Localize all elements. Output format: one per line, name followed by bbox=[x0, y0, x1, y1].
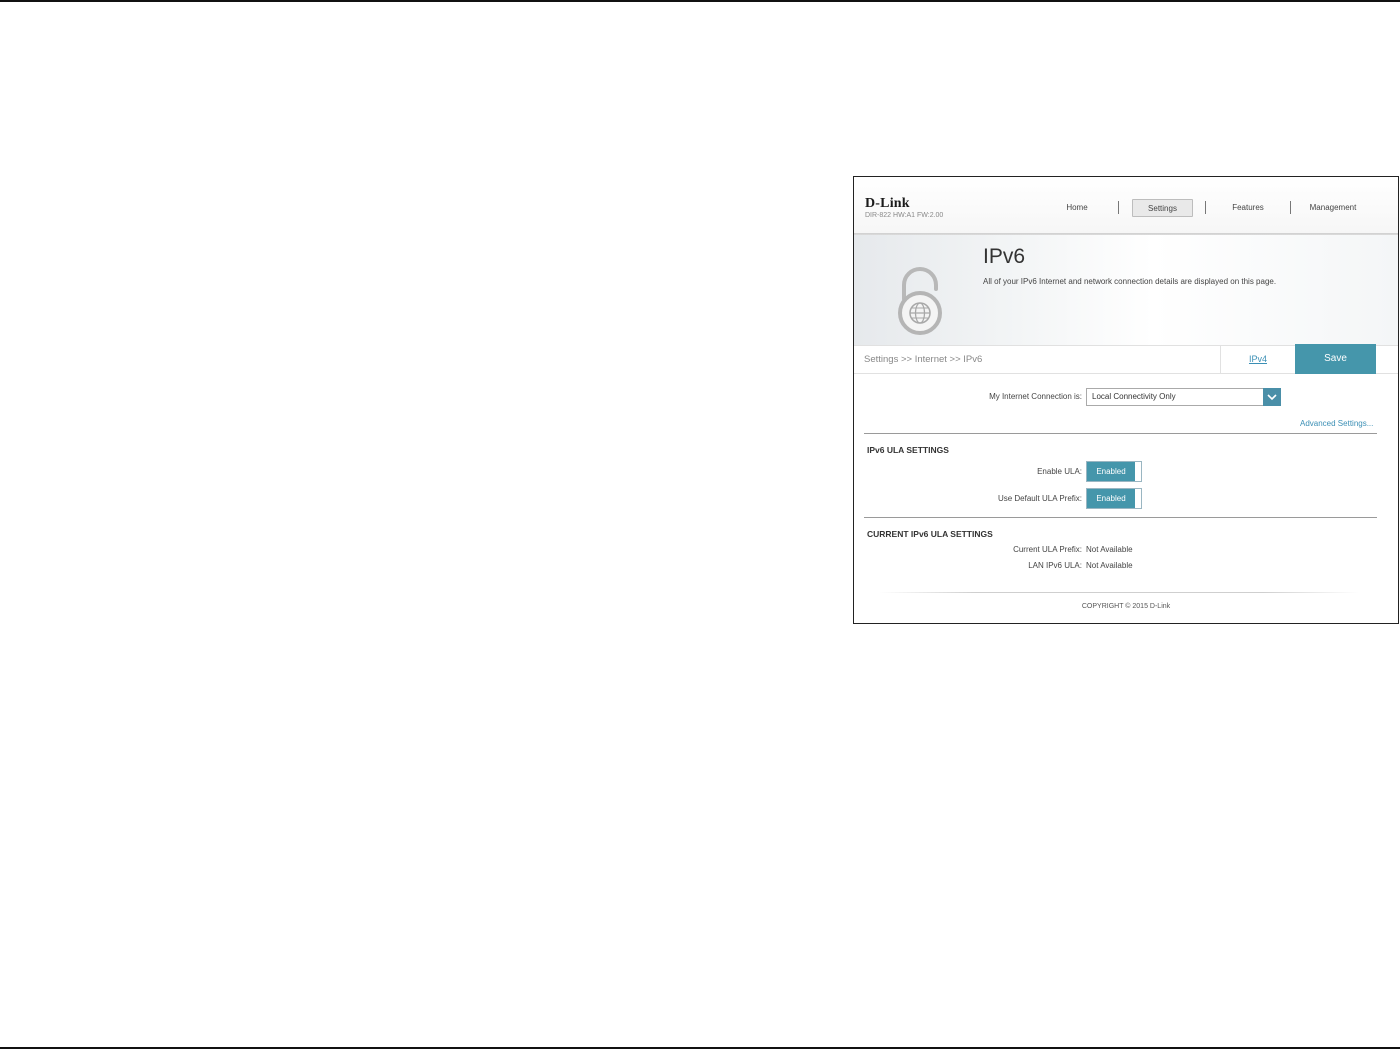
copyright: COPYRIGHT © 2015 D-Link bbox=[1081, 603, 1171, 610]
footer-divider bbox=[879, 592, 1359, 593]
page-top-rule bbox=[0, 0, 1400, 2]
nav-home[interactable]: Home bbox=[1059, 199, 1095, 217]
page-title: IPv6 bbox=[983, 245, 1026, 268]
ula-settings-heading: IPv6 ULA SETTINGS bbox=[867, 445, 949, 455]
tab-ipv4[interactable]: IPv4 bbox=[1220, 345, 1295, 374]
default-ula-prefix-label: Use Default ULA Prefix: bbox=[997, 494, 1082, 503]
nav-features[interactable]: Features bbox=[1226, 199, 1270, 217]
page-description: All of your IPv6 Internet and network co… bbox=[983, 277, 1277, 286]
current-ula-prefix-value: Not Available bbox=[1086, 545, 1133, 554]
enable-ula-label: Enable ULA: bbox=[1037, 467, 1082, 476]
lan-ipv6-ula-value: Not Available bbox=[1086, 561, 1133, 570]
enable-ula-toggle-state: Enabled bbox=[1087, 462, 1135, 481]
advanced-settings-link[interactable]: Advanced Settings... bbox=[1300, 419, 1373, 428]
nav-separator bbox=[1290, 201, 1291, 214]
connection-label: My Internet Connection is: bbox=[989, 392, 1082, 401]
section-divider bbox=[864, 433, 1377, 434]
connection-type-value: Local Connectivity Only bbox=[1092, 392, 1176, 401]
nav-management[interactable]: Management bbox=[1304, 199, 1362, 217]
nav-separator bbox=[1118, 201, 1119, 214]
default-ula-prefix-toggle-state: Enabled bbox=[1087, 489, 1135, 508]
breadcrumb: Settings >> Internet >> IPv6 bbox=[864, 354, 983, 365]
current-ula-heading: CURRENT IPv6 ULA SETTINGS bbox=[867, 529, 993, 539]
nav-separator bbox=[1205, 201, 1206, 214]
dlink-logo: D-Link bbox=[865, 196, 910, 211]
lock-globe-icon bbox=[898, 267, 942, 335]
chevron-down-icon[interactable] bbox=[1263, 388, 1281, 406]
enable-ula-toggle[interactable]: Enabled bbox=[1086, 461, 1142, 482]
router-admin-window: D-Link DIR-822 HW:A1 FW:2.00 Home Settin… bbox=[853, 176, 1399, 624]
nav-settings[interactable]: Settings bbox=[1132, 199, 1193, 217]
current-ula-prefix-label: Current ULA Prefix: bbox=[1013, 545, 1082, 554]
page-bottom-rule bbox=[0, 1047, 1400, 1049]
connection-type-select[interactable]: Local Connectivity Only bbox=[1086, 388, 1281, 406]
section-divider bbox=[864, 517, 1377, 518]
save-button[interactable]: Save bbox=[1295, 344, 1376, 374]
default-ula-prefix-toggle[interactable]: Enabled bbox=[1086, 488, 1142, 509]
firmware-info: DIR-822 HW:A1 FW:2.00 bbox=[865, 212, 944, 219]
lan-ipv6-ula-label: LAN IPv6 ULA: bbox=[1028, 561, 1082, 570]
